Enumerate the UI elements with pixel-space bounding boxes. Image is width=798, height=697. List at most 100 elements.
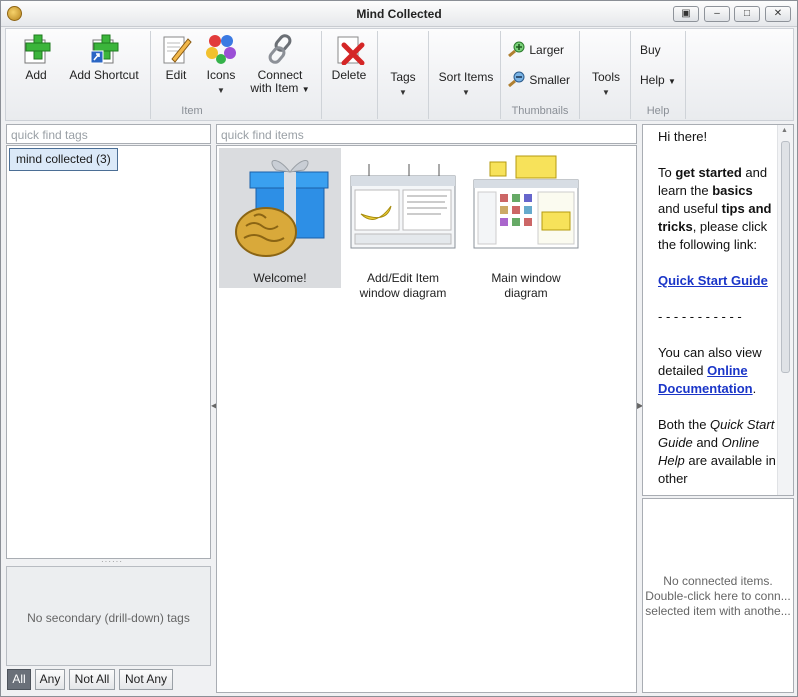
delete-icon bbox=[333, 33, 365, 66]
filter-any-button[interactable]: Any bbox=[35, 669, 65, 690]
item-caption: Welcome! bbox=[253, 271, 307, 285]
ribbon-separator bbox=[377, 31, 378, 119]
edit-icon bbox=[160, 33, 192, 65]
ribbon-separator bbox=[500, 31, 501, 119]
tags-search-input[interactable]: quick find tags bbox=[6, 124, 211, 144]
tags-label: Tags bbox=[390, 70, 416, 84]
gift-brain-icon bbox=[226, 154, 334, 262]
chain-link-icon bbox=[264, 33, 296, 65]
larger-thumbnails-button[interactable]: Larger bbox=[508, 41, 565, 58]
help-docs-text: You can also view detailed Online Docume… bbox=[658, 344, 777, 398]
connect-label-line2: with Item bbox=[250, 81, 299, 95]
zoom-in-icon bbox=[508, 41, 525, 58]
item-caption-line1: Add/Edit Item bbox=[366, 271, 440, 285]
help-scrollbar[interactable]: ▲ bbox=[777, 125, 793, 495]
scroll-up-icon[interactable]: ▲ bbox=[781, 127, 788, 134]
quick-start-guide-link[interactable]: Quick Start Guide bbox=[658, 273, 768, 288]
items-search-input[interactable]: quick find items bbox=[216, 124, 637, 144]
close-button[interactable]: ✕ bbox=[765, 6, 791, 22]
edit-button[interactable]: Edit bbox=[156, 33, 196, 82]
chevron-down-icon: ▼ bbox=[602, 88, 610, 97]
help-label: Help bbox=[640, 73, 665, 87]
help-bold-text: get started bbox=[675, 165, 742, 180]
item-caption-line2: window diagram bbox=[359, 286, 447, 300]
buy-button[interactable]: Buy bbox=[640, 43, 661, 57]
secondary-tags-pane: No secondary (drill-down) tags bbox=[6, 566, 211, 666]
help-intro: To get started and learn the basics and … bbox=[658, 164, 777, 254]
diagram-thumbnail-icon bbox=[349, 154, 457, 262]
connected-items-line2: Double-click here to conn... bbox=[645, 589, 791, 603]
icons-button[interactable]: Icons ▼ bbox=[202, 33, 240, 97]
delete-label: Delete bbox=[331, 68, 367, 82]
horizontal-splitter[interactable]: ······ bbox=[101, 557, 123, 566]
connected-items-line3: selected item with anothe... bbox=[645, 604, 791, 618]
item-card[interactable]: Main window diagram bbox=[465, 148, 587, 300]
icons-palette-icon bbox=[205, 33, 237, 65]
add-button[interactable]: Add bbox=[14, 33, 58, 82]
help-text: To bbox=[658, 165, 676, 180]
item-caption: Add/Edit Item window diagram bbox=[342, 271, 464, 301]
filter-all-button[interactable]: All bbox=[7, 669, 31, 690]
help-pane: Hi there! To get started and learn the b… bbox=[643, 124, 777, 496]
ribbon-toolbar: Add Add Shortcut Edit Icons ▼ Connect wi… bbox=[5, 28, 794, 121]
chevron-down-icon: ▼ bbox=[462, 88, 470, 97]
connected-items-message: No connected items. Double-click here to… bbox=[643, 574, 793, 619]
scrollbar-thumb[interactable] bbox=[781, 141, 790, 373]
tools-menu-button[interactable]: Tools ▼ bbox=[586, 71, 626, 99]
add-shortcut-label: Add Shortcut bbox=[69, 68, 139, 82]
smaller-thumbnails-button[interactable]: Smaller bbox=[508, 71, 571, 88]
add-icon bbox=[20, 33, 52, 65]
help-divider: - - - - - - - - - - - bbox=[658, 309, 742, 324]
chevron-down-icon: ▼ bbox=[217, 86, 225, 95]
group-label-thumbnails: Thumbnails bbox=[511, 105, 569, 117]
add-shortcut-icon bbox=[88, 33, 120, 65]
main-window-thumbnail-icon bbox=[472, 154, 580, 262]
secondary-tags-text: No secondary (drill-down) tags bbox=[27, 611, 190, 625]
add-label: Add bbox=[25, 68, 47, 82]
ribbon-separator bbox=[685, 31, 686, 119]
filter-not-any-button[interactable]: Not Any bbox=[119, 669, 173, 690]
smaller-label: Smaller bbox=[529, 73, 571, 87]
item-card[interactable]: Add/Edit Item window diagram bbox=[342, 148, 464, 300]
item-card[interactable]: Welcome! bbox=[219, 148, 341, 288]
title-bar: Mind Collected ▣ – □ ✕ bbox=[1, 1, 797, 27]
connect-with-item-button[interactable]: Connect with Item ▼ bbox=[246, 33, 314, 96]
tools-label: Tools bbox=[591, 70, 620, 84]
filter-not-all-button[interactable]: Not All bbox=[69, 669, 115, 690]
connected-items-pane[interactable]: No connected items. Double-click here to… bbox=[642, 498, 794, 693]
maximize-button[interactable]: □ bbox=[734, 6, 760, 22]
icons-label: Icons bbox=[206, 68, 236, 82]
ribbon-separator bbox=[428, 31, 429, 119]
help-greeting: Hi there! bbox=[658, 129, 708, 144]
edit-label: Edit bbox=[165, 68, 187, 82]
tags-menu-button[interactable]: Tags ▼ bbox=[384, 71, 422, 99]
item-caption-line1: Main window bbox=[491, 271, 561, 285]
help-menu-button[interactable]: Help ▼ bbox=[640, 73, 676, 87]
help-bold-text: basics bbox=[712, 183, 753, 198]
chevron-down-icon: ▼ bbox=[399, 88, 407, 97]
item-caption-line2: diagram bbox=[504, 286, 548, 300]
sort-items-label: Sort Items bbox=[438, 70, 494, 84]
help-text: Both the bbox=[658, 417, 711, 432]
tags-list bbox=[6, 145, 211, 559]
help-text: and bbox=[692, 435, 722, 450]
group-label-help: Help bbox=[646, 105, 670, 117]
restore-icon-button[interactable]: ▣ bbox=[673, 6, 699, 22]
tag-item[interactable]: mind collected (3) bbox=[9, 148, 118, 171]
ribbon-separator bbox=[630, 31, 631, 119]
item-caption: Main window diagram bbox=[465, 271, 587, 301]
minimize-button[interactable]: – bbox=[704, 6, 730, 22]
zoom-out-icon bbox=[508, 71, 525, 88]
delete-button[interactable]: Delete bbox=[328, 33, 370, 82]
chevron-down-icon: ▼ bbox=[668, 77, 676, 86]
group-label-item: Item bbox=[181, 105, 203, 117]
connected-items-line1: No connected items. bbox=[663, 574, 773, 588]
add-shortcut-button[interactable]: Add Shortcut bbox=[66, 33, 142, 82]
chevron-down-icon: ▼ bbox=[301, 85, 310, 94]
larger-label: Larger bbox=[529, 43, 565, 57]
ribbon-separator bbox=[579, 31, 580, 119]
help-text: . bbox=[752, 381, 757, 396]
sort-items-button[interactable]: Sort Items ▼ bbox=[434, 71, 498, 99]
help-both-text: Both the Quick Start Guide and Online He… bbox=[658, 416, 777, 488]
help-text: and useful bbox=[658, 201, 722, 216]
